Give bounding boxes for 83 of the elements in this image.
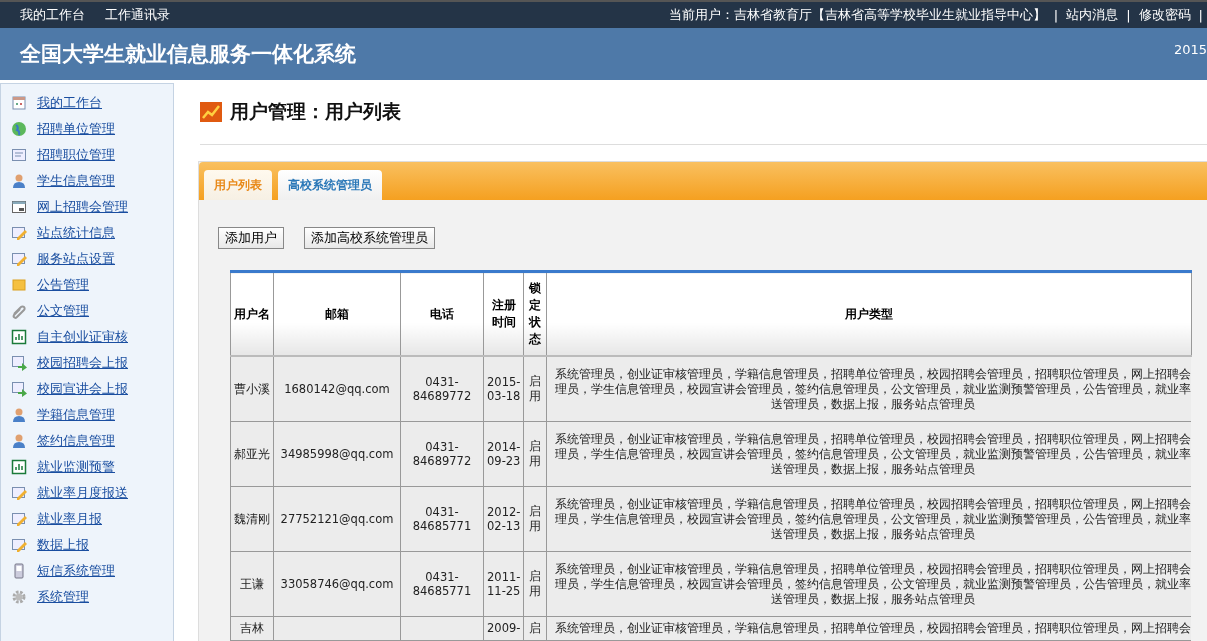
sidebar-item[interactable]: 服务站点设置 [11, 250, 173, 268]
sidebar-item[interactable]: 自主创业证审核 [11, 328, 173, 346]
sidebar-item[interactable]: 就业率月度报送 [11, 484, 173, 502]
table-cell: 2011-11-25 [483, 551, 524, 617]
table-cell: 2014-09-23 [483, 421, 524, 487]
sidebar-item[interactable]: 就业监测预警 [11, 458, 173, 476]
sidebar-item[interactable]: 学籍信息管理 [11, 406, 173, 424]
window-icon [11, 199, 27, 215]
add-button[interactable]: 添加用户 [218, 227, 284, 249]
table-cell: 0431-84685771 [400, 551, 484, 617]
table-cell: 27752121@qq.com [273, 486, 401, 552]
globe-icon [11, 121, 27, 137]
table-cell: 0431-84689772 [400, 356, 484, 422]
table-cell: 王谦 [230, 551, 274, 617]
note-icon [11, 277, 27, 293]
pencil-form-icon [11, 251, 27, 267]
table-cell: 魏清刚 [230, 486, 274, 552]
table-cell: 2012-02-13 [483, 486, 524, 552]
form-arrow-icon [11, 355, 27, 371]
page-title: 用户管理：用户列表 [230, 99, 401, 124]
sidebar-item[interactable]: 校园宣讲会上报 [11, 380, 173, 398]
sidebar-item[interactable]: 招聘单位管理 [11, 120, 173, 138]
pencil-form-icon [11, 225, 27, 241]
top-action-link[interactable]: 站内消息 [1066, 6, 1119, 24]
sidebar-item[interactable]: 系统管理 [11, 588, 173, 606]
sidebar-item[interactable]: 站点统计信息 [11, 224, 173, 242]
separator: | [1198, 7, 1203, 23]
table-cell: 1680142@qq.com [273, 356, 401, 422]
table-cell: 系统管理员，创业证审核管理员，学籍信息管理员，招聘单位管理员，校园招聘会管理员，招聘职位管理员，网上招聘会 理员，学生信息管理员，校园宣讲会管理员，签约信息管理员，公文管理员，就业监测预警管理员，公告管理员，就业率 送管理员，数据上报，服务站点管理员 [546, 551, 1192, 617]
chart-icon [11, 459, 27, 475]
table-cell: 曹小溪 [230, 356, 274, 422]
sidebar-item[interactable]: 公告管理 [11, 276, 173, 294]
top-nav-link[interactable]: 工作通讯录 [105, 6, 170, 24]
tab[interactable]: 高校系统管理员 [278, 170, 382, 200]
table-cell: 郝亚光 [230, 421, 274, 487]
sidebar-item[interactable]: 签约信息管理 [11, 432, 173, 450]
column-header: 用户类型 [546, 271, 1192, 356]
table-cell: 系统管理员，创业证审核管理员，学籍信息管理员，招聘单位管理员，校园招聘会管理员，招聘职位管理员，网上招聘会 理员，学生信息管理员，校园宣讲会管理员，签约信息管理员，公文管理员，就业监测预警管理员，公告管理员，就业率 送管理员，数据上报，服务站点管理员 [546, 421, 1192, 487]
system-title: 全国大学生就业信息服务一体化系统 [20, 41, 356, 68]
calendar-icon [11, 95, 27, 111]
pencil-form-icon [11, 511, 27, 527]
column-header: 锁定状态 [523, 271, 547, 356]
sidebar-item[interactable]: 短信系统管理 [11, 562, 173, 580]
table-cell: 0431-84685771 [400, 486, 484, 552]
form-arrow-icon [11, 381, 27, 397]
form-icon [11, 147, 27, 163]
pencil-form-icon [11, 537, 27, 553]
table-cell: 系统管理员，创业证审核管理员，学籍信息管理员，招聘单位管理员，校园招聘会管理员，招聘职位管理员，网上招聘会 理员，学生信息管理员，校园宣讲会管理员，签约信息管理员，公文管理员，就业监测预警管理员，公告管理员，就业率 送管理员，数据上报，服务站点管理员 [546, 486, 1192, 552]
paperclip-icon [11, 303, 27, 319]
table-cell: 吉林 [230, 616, 274, 641]
table-cell: 0431-84689772 [400, 421, 484, 487]
table-cell: 34985998@qq.com [273, 421, 401, 487]
separator: | [1126, 7, 1131, 23]
sidebar-item[interactable]: 就业率月报 [11, 510, 173, 528]
pencil-form-icon [11, 485, 27, 501]
person-icon [11, 407, 27, 423]
add-button[interactable]: 添加高校系统管理员 [304, 227, 435, 249]
table-cell: 2015-03-18 [483, 356, 524, 422]
sidebar-item[interactable]: 数据上报 [11, 536, 173, 554]
sidebar-item[interactable]: 我的工作台 [11, 94, 173, 112]
sidebar-item[interactable]: 招聘职位管理 [11, 146, 173, 164]
sidebar-item[interactable]: 公文管理 [11, 302, 173, 320]
current-user-label: 当前用户：吉林省教育厅【吉林省高等学校毕业生就业指导中心】 [668, 6, 1046, 24]
sidebar-item[interactable]: 网上招聘会管理 [11, 198, 173, 216]
column-header: 邮箱 [273, 271, 401, 356]
top-nav-link[interactable]: 我的工作台 [20, 6, 85, 24]
phone-icon [11, 563, 27, 579]
person-icon [11, 433, 27, 449]
gear-icon [11, 589, 27, 605]
person-icon [11, 173, 27, 189]
table-cell: 系统管理员，创业证审核管理员，学籍信息管理员，招聘单位管理员，校园招聘会管理员，招聘职位管理员，网上招聘会 理员，学生信息管理员，校园宣讲会管理员，签约信息管理员，公文管理员，就业监测预警管理员，公告管理员，就业率 送管理员，数据上报，服务站点管理员 [546, 356, 1192, 422]
date-label: 2015 [1173, 42, 1207, 57]
column-header: 用户名 [230, 271, 274, 356]
chart-icon [200, 102, 222, 122]
column-header: 注册时间 [483, 271, 524, 356]
sidebar-item[interactable]: 校园招聘会上报 [11, 354, 173, 372]
sidebar-item[interactable]: 学生信息管理 [11, 172, 173, 190]
column-header: 电话 [400, 271, 484, 356]
table-cell: 系统管理员，创业证审核管理员，学籍信息管理员，招聘单位管理员，校园招聘会管理员，招聘职位管理员，网上招聘会 [546, 616, 1192, 641]
top-action-link[interactable]: 修改密码 [1138, 6, 1191, 24]
table-cell: 33058746@qq.com [273, 551, 401, 617]
separator: | [1053, 7, 1059, 23]
chart-icon [11, 329, 27, 345]
